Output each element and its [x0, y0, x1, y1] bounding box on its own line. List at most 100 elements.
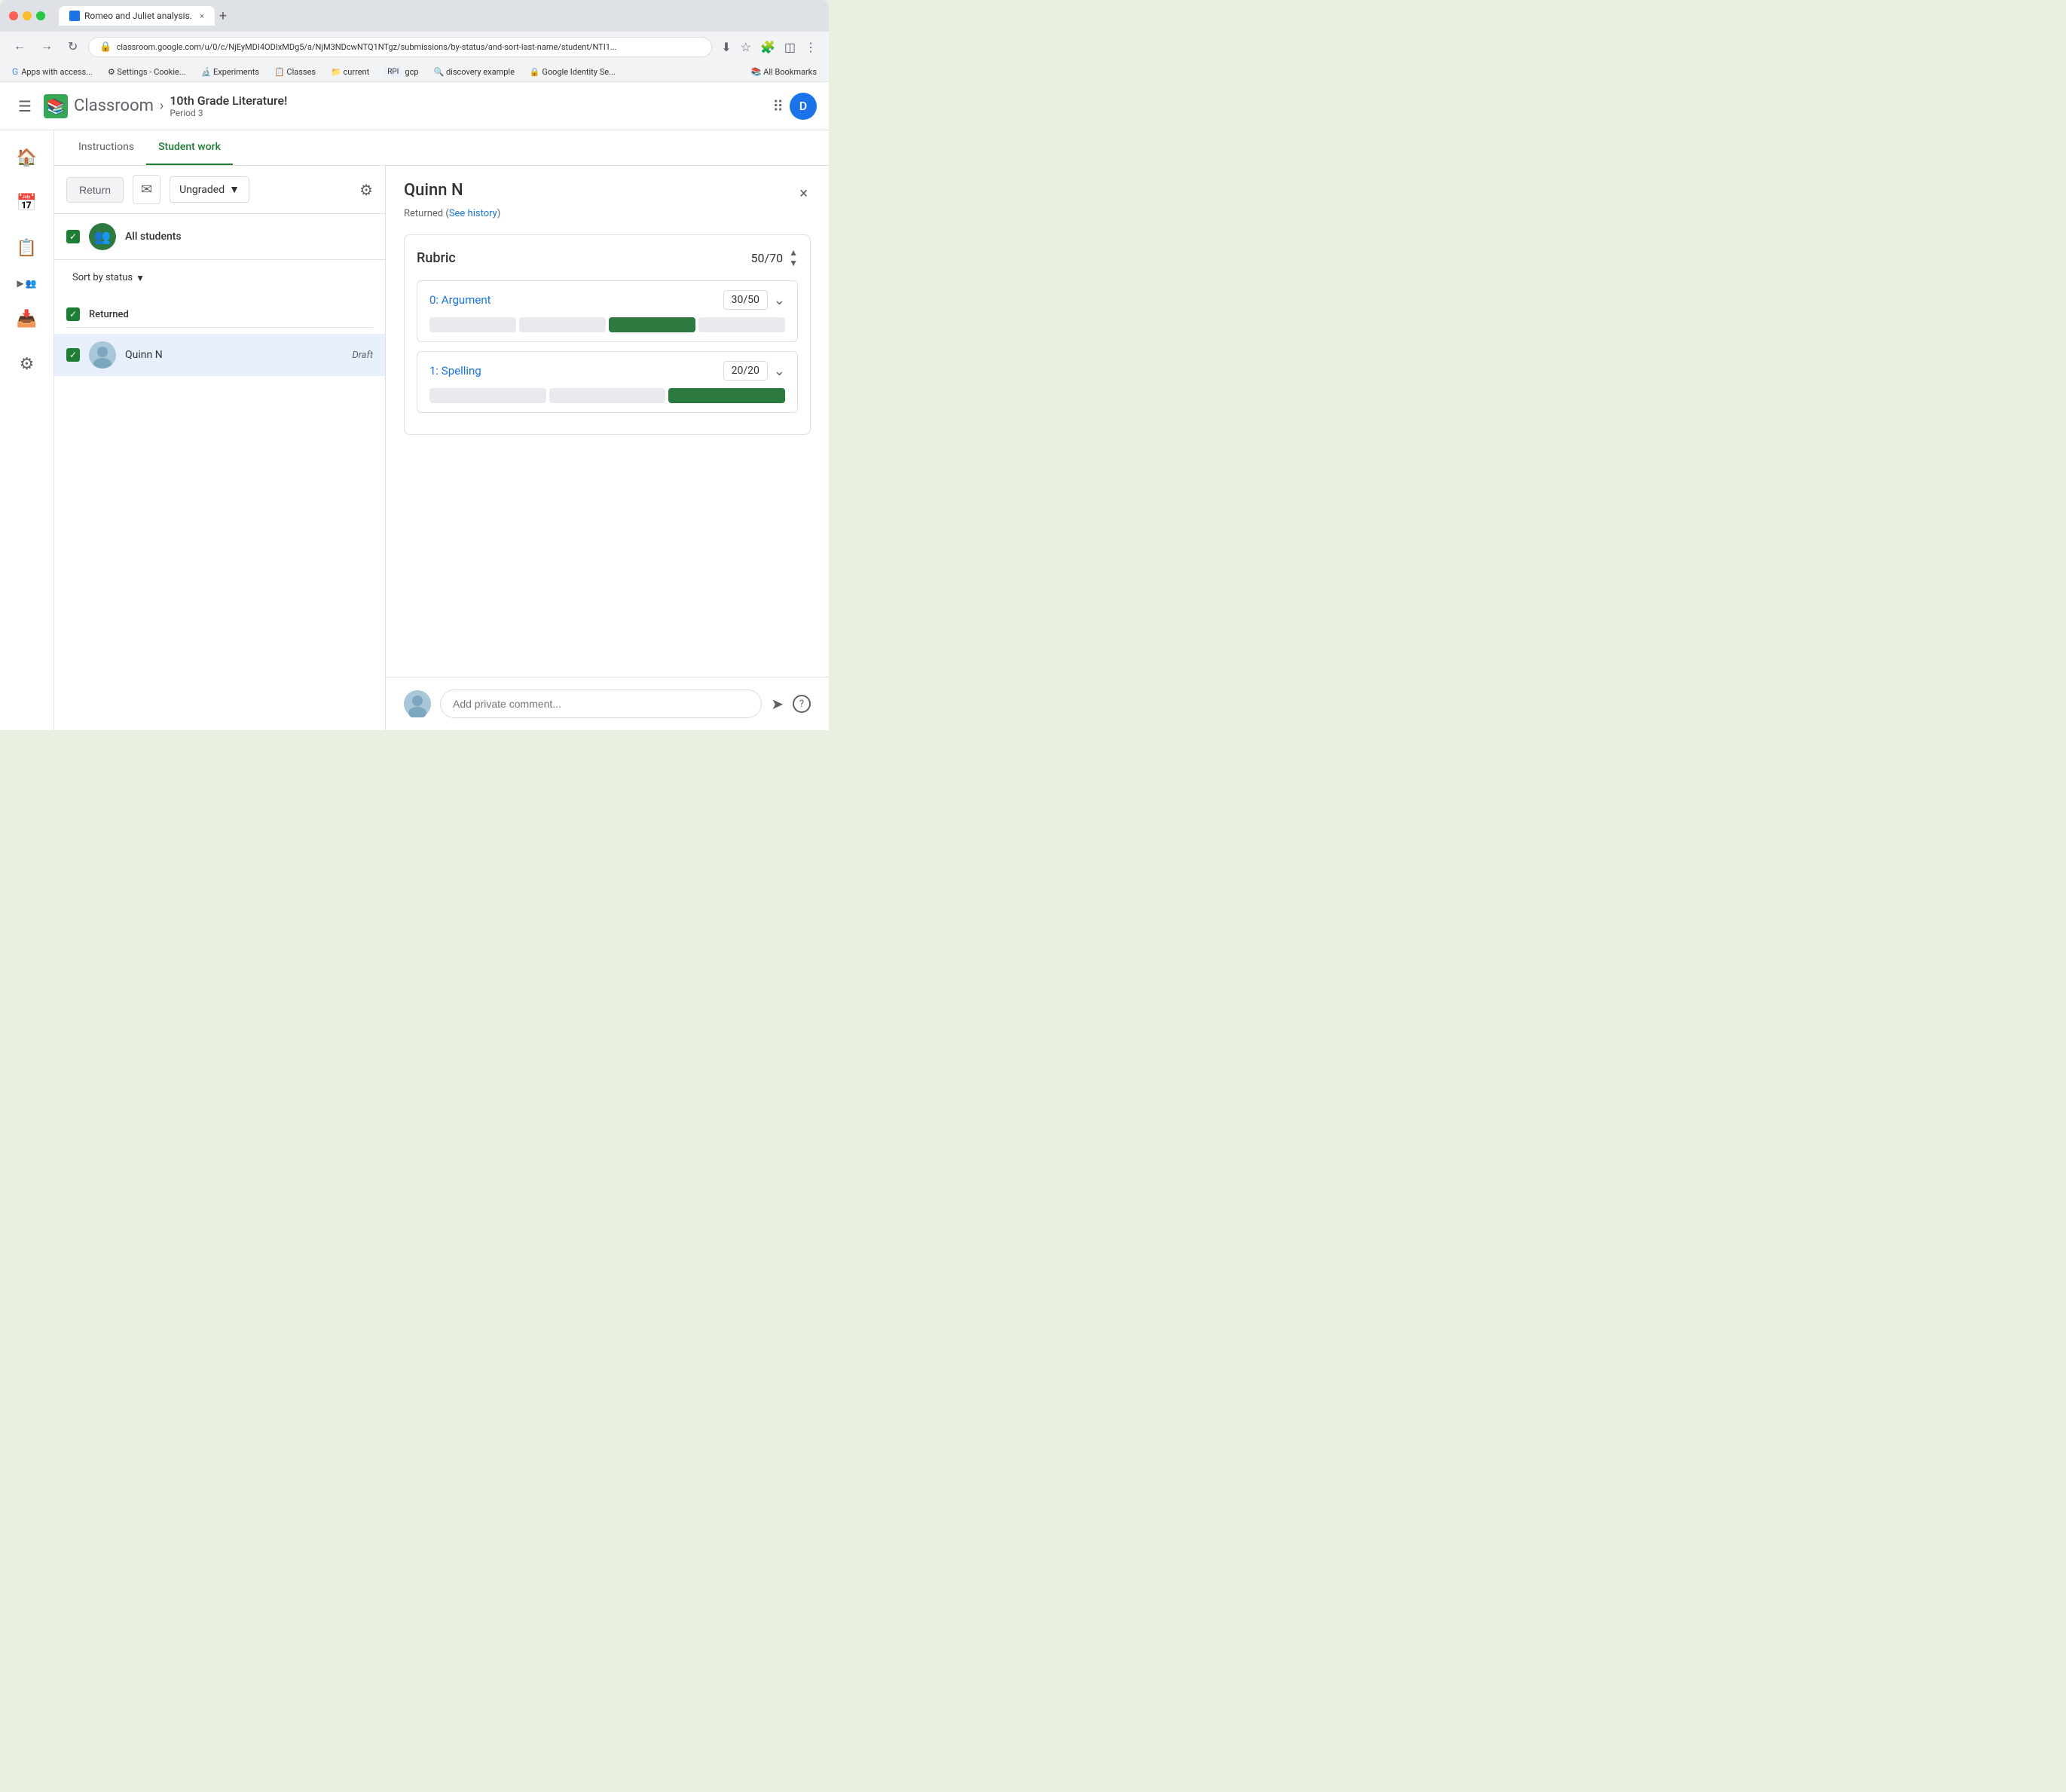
tabs-bar: Instructions Student work: [54, 130, 829, 166]
chevron-down-icon: ▼: [229, 183, 240, 196]
spelling-rating-bar: [429, 388, 785, 403]
sort-label: Sort by status: [72, 272, 133, 283]
more-icon[interactable]: ⋮: [802, 37, 820, 57]
reload-button[interactable]: ↻: [63, 36, 82, 57]
active-tab[interactable]: Romeo and Juliet analysis. ×: [59, 6, 215, 26]
rubric-header: Rubric 50/70 ▲ ▼: [417, 247, 798, 268]
send-button[interactable]: ➤: [771, 695, 784, 713]
rubric-item-argument-score: 30/50 ⌄: [723, 290, 785, 310]
bookmark-classes[interactable]: 📋 Classes: [271, 66, 319, 78]
comment-input[interactable]: [440, 690, 762, 718]
all-students-icon: 👥: [89, 223, 116, 250]
app-body: 🏠 📅 📋 ▶ 👥 📥 ⚙ Instructions S: [0, 130, 829, 730]
sidebar-item-home[interactable]: 🏠: [6, 136, 48, 179]
help-button[interactable]: ?: [793, 695, 811, 713]
student-detail-status: Returned (See history): [404, 208, 811, 219]
bookmark-experiments[interactable]: 🔬 Experiments: [198, 66, 262, 78]
bookmark-apps[interactable]: G Apps with access...: [9, 65, 96, 78]
classroom-logo: 📚 Classroom: [44, 94, 154, 118]
tab-bar: Romeo and Juliet analysis. × +: [59, 6, 227, 26]
rating-segment[interactable]: [429, 388, 546, 403]
user-avatar[interactable]: D: [790, 93, 817, 120]
sidebar-item-archive[interactable]: 📥: [6, 298, 48, 340]
header-right: ⠿ D: [772, 93, 817, 120]
score-arrows[interactable]: ▲ ▼: [789, 247, 798, 268]
hamburger-menu[interactable]: ☰: [12, 91, 38, 121]
tab-student-work[interactable]: Student work: [146, 130, 233, 165]
rubric-item-argument-name: 0: Argument: [429, 293, 491, 307]
status-section-returned: Returned: [54, 295, 385, 334]
see-history-link[interactable]: See history: [449, 208, 497, 219]
sidebar-item-settings[interactable]: ⚙: [6, 343, 48, 385]
student-checkbox[interactable]: [66, 348, 80, 362]
download-icon[interactable]: ⬇: [718, 37, 734, 57]
address-bar[interactable]: 🔒 classroom.google.com/u/0/c/NjEyMDI4ODI…: [88, 37, 712, 57]
mail-button[interactable]: ✉: [133, 175, 160, 204]
rubric-score: 50/70 ▲ ▼: [751, 247, 798, 268]
class-name: 10th Grade Literature!: [170, 93, 287, 108]
student-detail-header: Quinn N ×: [404, 181, 811, 205]
bookmark-current[interactable]: 📁 current: [328, 66, 372, 78]
main-content: Instructions Student work Return ✉: [54, 130, 829, 730]
close-button[interactable]: ×: [796, 181, 811, 205]
sort-dropdown[interactable]: Sort by status ▼: [66, 268, 151, 288]
comment-area: ➤ ?: [386, 677, 829, 730]
app-title: Classroom: [74, 96, 154, 115]
student-row[interactable]: Quinn N Draft: [54, 334, 385, 376]
rubric-item-spelling: 1: Spelling 20/20 ⌄: [417, 351, 798, 413]
tab-close-button[interactable]: ×: [200, 11, 204, 21]
rating-segment[interactable]: [519, 317, 606, 332]
sidebar-expand-people[interactable]: ▶ 👥: [11, 272, 42, 295]
rating-segment[interactable]: [429, 317, 516, 332]
maximize-traffic-light[interactable]: [36, 11, 45, 20]
app-container: ☰ 📚 Classroom › 10th Grade Literature! P…: [0, 82, 829, 730]
people-icon: 👥: [26, 278, 37, 289]
rubric-item-spelling-name: 1: Spelling: [429, 364, 481, 378]
bookmark-settings[interactable]: ⚙ Settings - Cookie...: [105, 66, 189, 78]
classroom-logo-icon: 📚: [44, 94, 68, 118]
student-detail-name: Quinn N: [404, 181, 463, 200]
comment-user-avatar: [404, 690, 431, 717]
bookmarks-bar: G Apps with access... ⚙ Settings - Cooki…: [0, 62, 829, 82]
tab-instructions[interactable]: Instructions: [66, 130, 146, 165]
bookmark-icon[interactable]: ☆: [738, 37, 754, 57]
tab-favicon: [69, 11, 80, 21]
extension-icon[interactable]: 🧩: [757, 37, 778, 57]
rating-segment-selected[interactable]: [668, 388, 785, 403]
return-button[interactable]: Return: [66, 177, 124, 203]
back-button[interactable]: ←: [9, 37, 30, 57]
rubric-section: Rubric 50/70 ▲ ▼: [404, 234, 811, 435]
traffic-lights: [9, 11, 45, 20]
status-header: Returned: [66, 301, 373, 328]
grade-dropdown[interactable]: Ungraded ▼: [170, 176, 249, 203]
expand-arrow: ▶: [17, 278, 23, 289]
rating-segment-selected[interactable]: [609, 317, 695, 332]
rubric-item-argument-header: 0: Argument 30/50 ⌄: [429, 290, 785, 310]
browser-toolbar: ← → ↻ 🔒 classroom.google.com/u/0/c/NjEyM…: [0, 32, 829, 62]
class-period: Period 3: [170, 108, 287, 118]
student-submission-status: Draft: [352, 350, 373, 361]
profile-icon[interactable]: ◫: [781, 37, 799, 57]
student-list-header: 👥 All students: [54, 214, 385, 260]
status-label: Returned: [89, 309, 129, 320]
rating-segment[interactable]: [698, 317, 785, 332]
spelling-chevron-icon[interactable]: ⌄: [774, 363, 785, 379]
bookmark-discovery[interactable]: 🔍 discovery example: [431, 66, 518, 78]
bookmark-gcp[interactable]: RPI gcp: [381, 66, 421, 78]
settings-icon[interactable]: ⚙: [359, 181, 373, 199]
address-text: classroom.google.com/u/0/c/NjEyMDI4ODIxM…: [117, 42, 701, 52]
breadcrumb-separator: ›: [160, 98, 164, 114]
close-traffic-light[interactable]: [9, 11, 18, 20]
forward-button[interactable]: →: [36, 37, 57, 57]
argument-chevron-icon[interactable]: ⌄: [774, 292, 785, 308]
all-students-checkbox[interactable]: [66, 230, 80, 243]
rating-segment[interactable]: [549, 388, 666, 403]
bookmark-google-identity[interactable]: 🔒 Google Identity Se...: [527, 66, 619, 78]
sidebar-item-assignments[interactable]: 📋: [6, 227, 48, 269]
returned-checkbox[interactable]: [66, 307, 80, 321]
bookmark-all[interactable]: 📚 All Bookmarks: [748, 66, 820, 78]
minimize-traffic-light[interactable]: [23, 11, 32, 20]
apps-grid-icon[interactable]: ⠿: [772, 97, 784, 115]
new-tab-button[interactable]: +: [219, 8, 227, 24]
sidebar-item-calendar[interactable]: 📅: [6, 182, 48, 224]
